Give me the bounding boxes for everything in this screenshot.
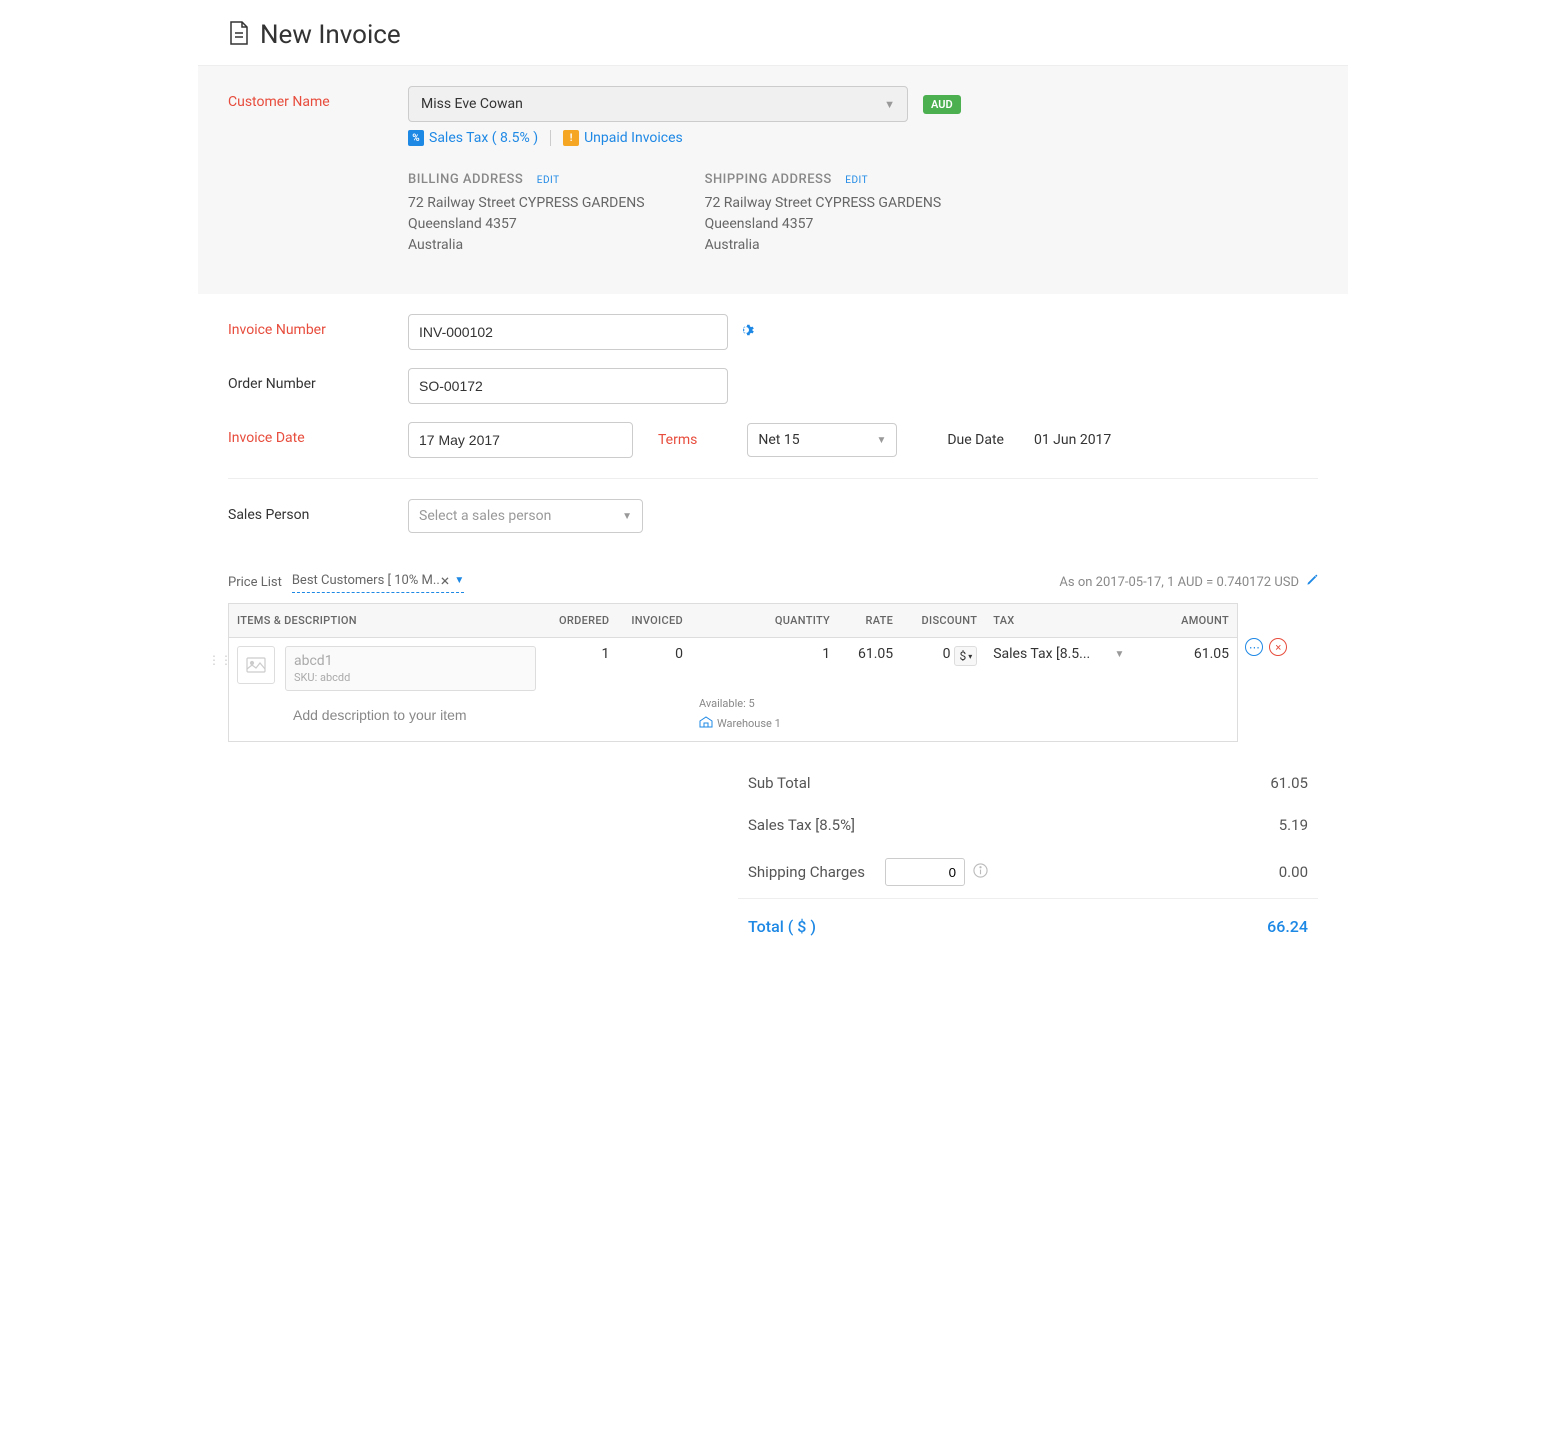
sales-person-label: Sales Person (228, 499, 408, 523)
order-number-input[interactable] (408, 368, 728, 404)
customer-name-label: Customer Name (228, 86, 408, 110)
item-amount: 61.05 (1194, 646, 1229, 662)
tax-label: Sales Tax [8.5%] (748, 816, 855, 834)
tax-value: 5.19 (1279, 816, 1308, 834)
col-quantity: QUANTITY (691, 604, 838, 638)
drag-handle-icon[interactable]: ⋮⋮ (208, 653, 232, 667)
item-invoiced: 0 (617, 638, 691, 742)
shipping-address-title: SHIPPING ADDRESS (705, 172, 832, 187)
item-discount-input[interactable]: 0 (943, 646, 951, 662)
chevron-down-icon: ▼ (454, 575, 464, 586)
shipping-input[interactable] (885, 858, 965, 886)
invoice-date-input[interactable] (408, 422, 633, 458)
chevron-down-icon: ▼ (622, 511, 632, 522)
invoice-date-label: Invoice Date (228, 422, 408, 446)
more-icon[interactable]: ⋯ (1245, 638, 1263, 656)
percent-icon: % (408, 130, 424, 146)
customer-name-value: Miss Eve Cowan (421, 96, 523, 112)
total-label: Total ( $ ) (748, 917, 816, 936)
terms-select[interactable]: Net 15 ▼ (747, 423, 897, 457)
col-rate: RATE (838, 604, 901, 638)
subtotal-value: 61.05 (1270, 774, 1308, 792)
sales-tax-link[interactable]: % Sales Tax ( 8.5% ) (408, 130, 538, 146)
discount-type-select[interactable]: $ ▾ (954, 646, 977, 666)
currency-badge: AUD (923, 95, 961, 114)
warehouse-icon (699, 716, 713, 731)
invoice-number-label: Invoice Number (228, 314, 408, 338)
item-rate-input[interactable]: 61.05 (838, 638, 901, 742)
shipping-line2: Queensland 4357 (705, 214, 942, 235)
customer-name-select[interactable]: Miss Eve Cowan ▼ (408, 86, 908, 122)
chevron-down-icon: ▼ (1114, 649, 1124, 660)
shipping-address-block: SHIPPING ADDRESS EDIT 72 Railway Street … (705, 171, 942, 256)
sales-person-select[interactable]: Select a sales person ▼ (408, 499, 643, 533)
item-description-input[interactable] (285, 697, 536, 733)
order-number-label: Order Number (228, 368, 408, 392)
item-tax-select[interactable]: Sales Tax [8.5... ▼ (993, 646, 1124, 662)
billing-edit-link[interactable]: EDIT (537, 175, 560, 186)
col-amount: AMOUNT (1132, 604, 1237, 638)
terms-label: Terms (658, 432, 697, 448)
gear-icon[interactable] (738, 322, 754, 342)
shipping-edit-link[interactable]: EDIT (845, 175, 868, 186)
chevron-down-icon: ▼ (884, 98, 895, 111)
billing-line3: Australia (408, 235, 645, 256)
due-date-value: 01 Jun 2017 (1034, 432, 1111, 448)
shipping-line1: 72 Railway Street CYPRESS GARDENS (705, 193, 942, 214)
table-row: abcd1 SKU: abcdd 1 0 1 Available: 5 (229, 638, 1238, 742)
clear-icon[interactable]: × (441, 571, 450, 590)
pricelist-label: Price List (228, 575, 282, 590)
item-warehouse[interactable]: Warehouse 1 (717, 717, 781, 730)
pricelist-select[interactable]: Best Customers [ 10% M.. × ▼ (292, 571, 464, 593)
shipping-amount: 0.00 (1279, 863, 1308, 881)
caret-down-icon: ▾ (968, 652, 972, 661)
item-name-input[interactable]: abcd1 SKU: abcdd (285, 646, 536, 691)
warning-icon: ! (563, 130, 579, 146)
chevron-down-icon: ▼ (876, 435, 886, 446)
due-date-label: Due Date (947, 432, 1004, 448)
billing-line2: Queensland 4357 (408, 214, 645, 235)
item-available: Available: 5 (699, 697, 830, 710)
total-value: 66.24 (1267, 917, 1308, 936)
col-ordered: ORDERED (544, 604, 618, 638)
subtotal-label: Sub Total (748, 774, 811, 792)
info-icon[interactable] (973, 863, 988, 882)
exchange-rate-text: As on 2017-05-17, 1 AUD = 0.740172 USD (1059, 575, 1299, 590)
unpaid-invoices-link[interactable]: ! Unpaid Invoices (563, 130, 683, 146)
billing-address-title: BILLING ADDRESS (408, 172, 523, 187)
billing-address-block: BILLING ADDRESS EDIT 72 Railway Street C… (408, 171, 645, 256)
col-discount: DISCOUNT (901, 604, 985, 638)
col-invoiced: INVOICED (617, 604, 691, 638)
item-ordered: 1 (544, 638, 618, 742)
item-image-placeholder-icon[interactable] (237, 646, 275, 684)
document-icon (228, 20, 250, 50)
pencil-icon[interactable] (1305, 574, 1318, 591)
shipping-line3: Australia (705, 235, 942, 256)
page-title: New Invoice (260, 20, 401, 50)
invoice-number-input[interactable] (408, 314, 728, 350)
billing-line1: 72 Railway Street CYPRESS GARDENS (408, 193, 645, 214)
col-tax: TAX (985, 604, 1132, 638)
item-quantity-input[interactable]: 1 (699, 646, 830, 662)
col-items: ITEMS & DESCRIPTION (229, 604, 544, 638)
delete-icon[interactable]: × (1269, 638, 1287, 656)
shipping-label: Shipping Charges (748, 863, 865, 881)
divider (550, 130, 551, 146)
